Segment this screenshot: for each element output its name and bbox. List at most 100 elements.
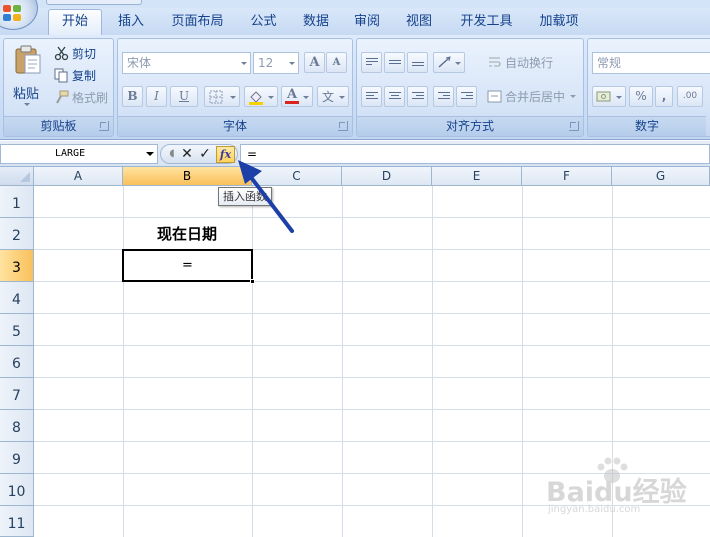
alignment-group: 自动换行 合并后居中 对齐方式 bbox=[356, 38, 584, 137]
gridline bbox=[34, 345, 710, 346]
tab-data[interactable]: 数据 bbox=[292, 8, 340, 35]
tab-addins[interactable]: 加载项 bbox=[529, 8, 589, 35]
borders-button[interactable] bbox=[204, 86, 240, 107]
column-header-c[interactable]: C bbox=[252, 167, 342, 186]
italic-button[interactable]: I bbox=[146, 86, 167, 107]
font-color-button[interactable]: A bbox=[281, 86, 313, 107]
copy-button[interactable]: 复制 bbox=[54, 65, 96, 85]
fill-handle[interactable] bbox=[250, 279, 255, 284]
tab-developer[interactable]: 开发工具 bbox=[444, 8, 529, 35]
tab-formulas[interactable]: 公式 bbox=[235, 8, 292, 35]
align-middle-icon bbox=[389, 60, 401, 70]
currency-format-button[interactable] bbox=[592, 86, 626, 107]
quick-access-toolbar[interactable] bbox=[46, 0, 142, 5]
formula-input[interactable]: = bbox=[240, 144, 710, 164]
decrease-indent-button[interactable] bbox=[433, 86, 454, 107]
tab-insert[interactable]: 插入 bbox=[102, 8, 160, 35]
column-header-b[interactable]: B bbox=[123, 167, 252, 186]
font-name-combo[interactable]: 宋体 bbox=[122, 52, 251, 74]
title-strip bbox=[0, 0, 710, 8]
wrap-text-button[interactable]: 自动换行 bbox=[487, 52, 553, 72]
tab-review[interactable]: 审阅 bbox=[340, 8, 394, 35]
merge-center-dropdown-icon[interactable] bbox=[570, 95, 577, 101]
align-center-button[interactable] bbox=[384, 86, 405, 107]
align-bottom-button[interactable] bbox=[407, 52, 428, 73]
row-header-8[interactable]: 8 bbox=[0, 410, 34, 442]
row-header-2[interactable]: 2 bbox=[0, 218, 34, 250]
shrink-font-button[interactable]: A bbox=[326, 52, 347, 73]
merge-center-button[interactable]: 合并后居中 bbox=[487, 86, 577, 106]
increase-decimal-button[interactable]: .00 bbox=[677, 86, 703, 107]
underline-button[interactable]: U bbox=[170, 86, 198, 107]
row-header-1[interactable]: 1 bbox=[0, 186, 34, 218]
align-top-button[interactable] bbox=[361, 52, 382, 73]
font-color-swatch bbox=[285, 101, 299, 104]
active-cell-b3[interactable]: = bbox=[122, 249, 255, 284]
row-header-6[interactable]: 6 bbox=[0, 346, 34, 378]
tab-home[interactable]: 开始 bbox=[48, 9, 102, 36]
alignment-launcher-icon[interactable] bbox=[569, 121, 579, 131]
enter-formula-button[interactable]: ✓ bbox=[196, 146, 214, 162]
font-size-combo[interactable]: 12 bbox=[253, 52, 299, 74]
align-top-icon bbox=[366, 58, 378, 68]
phonetic-button[interactable]: 文 bbox=[317, 86, 349, 107]
insert-function-button[interactable]: fx bbox=[216, 146, 235, 163]
merge-center-label: 合并后居中 bbox=[505, 89, 566, 104]
font-name-dropdown-icon[interactable] bbox=[238, 53, 250, 73]
increase-indent-button[interactable] bbox=[456, 86, 477, 107]
clipboard-group-label: 剪贴板 bbox=[4, 116, 113, 136]
cut-button[interactable]: 剪切 bbox=[54, 43, 96, 63]
font-group: 宋体 12 A A B I U A 文 字体 bbox=[117, 38, 353, 137]
cell-b2[interactable]: 现在日期 bbox=[123, 218, 251, 249]
orientation-button[interactable] bbox=[433, 52, 465, 73]
name-box[interactable]: LARGE bbox=[0, 144, 158, 164]
row-header-4[interactable]: 4 bbox=[0, 282, 34, 314]
grow-font-button[interactable]: A bbox=[304, 52, 325, 73]
row-header-11[interactable]: 11 bbox=[0, 506, 34, 537]
column-header-g[interactable]: G bbox=[612, 167, 710, 186]
baidu-watermark: Baidu经验 jingyan.baidu.com bbox=[540, 457, 710, 522]
gridline bbox=[34, 441, 710, 442]
number-format-combo[interactable]: 常规 bbox=[592, 52, 710, 74]
align-left-button[interactable] bbox=[361, 86, 382, 107]
row-header-3[interactable]: 3 bbox=[0, 250, 34, 282]
clipboard-launcher-icon[interactable] bbox=[99, 121, 109, 131]
wrap-text-label: 自动换行 bbox=[505, 55, 554, 70]
comma-style-button[interactable]: , bbox=[655, 86, 673, 107]
number-group: 常规 % , .00 数字 bbox=[587, 38, 710, 137]
gridline bbox=[522, 186, 523, 537]
row-header-7[interactable]: 7 bbox=[0, 378, 34, 410]
column-header-e[interactable]: E bbox=[432, 167, 522, 186]
column-header-d[interactable]: D bbox=[342, 167, 432, 186]
percent-button[interactable]: % bbox=[629, 86, 653, 107]
fill-color-button[interactable] bbox=[244, 86, 278, 107]
row-header-10[interactable]: 10 bbox=[0, 474, 34, 506]
tab-view[interactable]: 视图 bbox=[394, 8, 444, 35]
gridline bbox=[252, 186, 253, 537]
font-size-value: 12 bbox=[258, 56, 274, 70]
alignment-group-label: 对齐方式 bbox=[357, 116, 583, 136]
select-all-corner[interactable] bbox=[0, 167, 34, 186]
font-launcher-icon[interactable] bbox=[338, 121, 348, 131]
name-box-dropdown-icon[interactable] bbox=[143, 145, 157, 163]
row-header-9[interactable]: 9 bbox=[0, 442, 34, 474]
font-name-value: 宋体 bbox=[127, 56, 152, 70]
row-header-5[interactable]: 5 bbox=[0, 314, 34, 346]
column-header-a[interactable]: A bbox=[34, 167, 123, 186]
column-header-f[interactable]: F bbox=[522, 167, 612, 186]
format-painter-button[interactable]: 格式刷 bbox=[54, 87, 108, 107]
cancel-formula-button[interactable]: ✕ bbox=[178, 146, 196, 162]
align-middle-button[interactable] bbox=[384, 52, 405, 73]
ribbon: 粘贴 剪切 复制 格式刷 剪贴板 宋体 12 A A B I U A 文 字体 … bbox=[0, 35, 710, 140]
ribbon-tabs-bar: 开始 插入 页面布局 公式 数据 审阅 视图 开发工具 加载项 bbox=[0, 8, 710, 36]
tab-page-layout[interactable]: 页面布局 bbox=[160, 8, 235, 35]
paste-dropdown-icon[interactable] bbox=[24, 103, 30, 109]
align-center-icon bbox=[389, 92, 401, 102]
cut-label: 剪切 bbox=[72, 46, 97, 61]
paste-button[interactable]: 粘贴 bbox=[10, 43, 46, 113]
clipboard-group: 粘贴 剪切 复制 格式刷 剪贴板 bbox=[3, 38, 114, 137]
bold-button[interactable]: B bbox=[122, 86, 143, 107]
font-size-dropdown-icon[interactable] bbox=[286, 53, 298, 73]
align-right-button[interactable] bbox=[407, 86, 428, 107]
paste-label: 粘贴 bbox=[13, 87, 40, 102]
